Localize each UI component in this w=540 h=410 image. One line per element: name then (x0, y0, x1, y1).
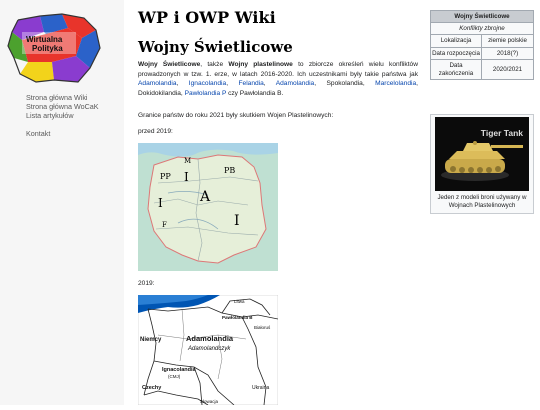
borders-text: Granice państw do roku 2021 były skutkie… (138, 112, 334, 119)
map-2019-image: Litwa Pawłolandia B Białoruś Niemcy Adam… (137, 294, 279, 406)
map2-label-czechy: Czechy (142, 385, 162, 391)
infobox-row-value: 2018(?) (496, 49, 519, 57)
text-spokolandia: Spokolandia (326, 80, 363, 87)
text-dokidokilandia: Dokidokilandia (138, 89, 181, 97)
nav-link-article-list[interactable]: Lista artykułów (26, 111, 99, 120)
intro-subject: Wojny Świetlicowe (138, 61, 201, 68)
site-logo[interactable]: Wirtualna Polityka (6, 10, 104, 86)
infobox-row-value: 2020/2021 (492, 66, 523, 73)
link-adamolandia-2[interactable]: Adamolandia (276, 80, 315, 87)
after-2019-label: 2019: (138, 280, 155, 287)
logo-text-line2: Polityka (32, 44, 63, 53)
map1-label-pp: PP (160, 172, 171, 181)
infobox-row: Data rozpoczęcia 2018(?) (431, 47, 533, 60)
tank-image[interactable]: Tiger Tank (435, 117, 529, 191)
nav-link-contact[interactable]: Kontakt (26, 129, 99, 138)
logo-text-line1: Wirtualna (26, 35, 63, 44)
map-2019[interactable]: Litwa Pawłolandia B Białoruś Niemcy Adam… (137, 294, 279, 406)
map1-label-a: A (199, 189, 211, 205)
link-ignacolandia[interactable]: Ignacolandia (189, 80, 226, 87)
map-before-2019-image: M PB PP I A I I F (138, 143, 278, 271)
map1-label-i-north: I (184, 170, 189, 184)
map2-label-ignacolandia: Ignacolandia (162, 367, 197, 373)
infobox-row-label: Data rozpoczęcia (431, 47, 482, 59)
sidebar-nav: Strona główna Wiki Strona główna WoCaK L… (26, 93, 99, 138)
poland-map-logo: Wirtualna Polityka (7, 13, 101, 83)
map1-label-i-west: I (158, 196, 163, 210)
main-content: WP i OWP Wiki Wojny Świetlicowe Wojny Św… (124, 0, 540, 406)
map-before-2019[interactable]: M PB PP I A I I F (138, 143, 278, 271)
map1-label-pb: PB (224, 166, 235, 175)
tank-caption: Jeden z modeli broni używany w Wojnach P… (437, 194, 527, 209)
intro-paragraph: Wojny Świetlicowe, także Wojny plastelin… (138, 61, 419, 97)
map2-label-adamolandia: Adamolandia (186, 334, 234, 343)
map1-label-i-east: I (234, 213, 240, 229)
map2-label-cmj: (CMJ) (168, 374, 181, 379)
infobox: Wojny Świetlicowe Konflikty zbrojne Loka… (430, 10, 534, 80)
map1-label-f: F (162, 221, 167, 229)
page-title: Wojny Świetlicowe (138, 38, 293, 56)
link-pawlolandia-p[interactable]: Pawłolandia P (185, 90, 227, 97)
tank-image-label: Tiger Tank (480, 128, 523, 138)
map1-label-m: M (184, 157, 191, 165)
infobox-row-label: Data zakończenia (431, 60, 482, 79)
map2-label-slowacja: Słowacja (200, 399, 219, 404)
map2-label-bialorus: Białoruś (254, 325, 271, 330)
nav-link-wocak-home[interactable]: Strona główna WoCaK (26, 102, 99, 111)
tank-thumbnail: Tiger Tank Jeden z modeli broni używany … (430, 114, 534, 214)
infobox-row: Lokalizacja ziemie polskie (431, 35, 533, 48)
map2-label-adamolandczyk: Adamolandczyk (187, 346, 231, 352)
map2-label-niemcy: Niemcy (140, 337, 162, 343)
map2-label-litwa: Litwa (234, 299, 245, 304)
infobox-row-label: Lokalizacja (431, 35, 482, 47)
link-marcelolandia[interactable]: Marcelolandia (375, 80, 416, 87)
site-title: WP i OWP Wiki (138, 8, 276, 27)
link-felandia[interactable]: Felandia (239, 80, 264, 87)
infobox-row: Data zakończenia 2020/2021 (431, 60, 533, 79)
sidebar: Wirtualna Polityka Strona główna Wiki St… (0, 0, 124, 405)
infobox-subtitle: Konflikty zbrojne (431, 23, 533, 35)
map2-label-pawlolandia-b: Pawłolandia B (222, 315, 253, 320)
nav-link-wiki-home[interactable]: Strona główna Wiki (26, 93, 99, 102)
infobox-title: Wojny Świetlicowe (431, 11, 533, 23)
infobox-row-value: ziemie polskie (488, 37, 527, 45)
before-2019-label: przed 2019: (138, 128, 173, 135)
map2-label-ukraina: Ukraina (252, 385, 269, 391)
intro-alt-name: Wojny plastelinowe (228, 61, 293, 68)
link-adamolandia[interactable]: Adamolandia (138, 80, 177, 87)
